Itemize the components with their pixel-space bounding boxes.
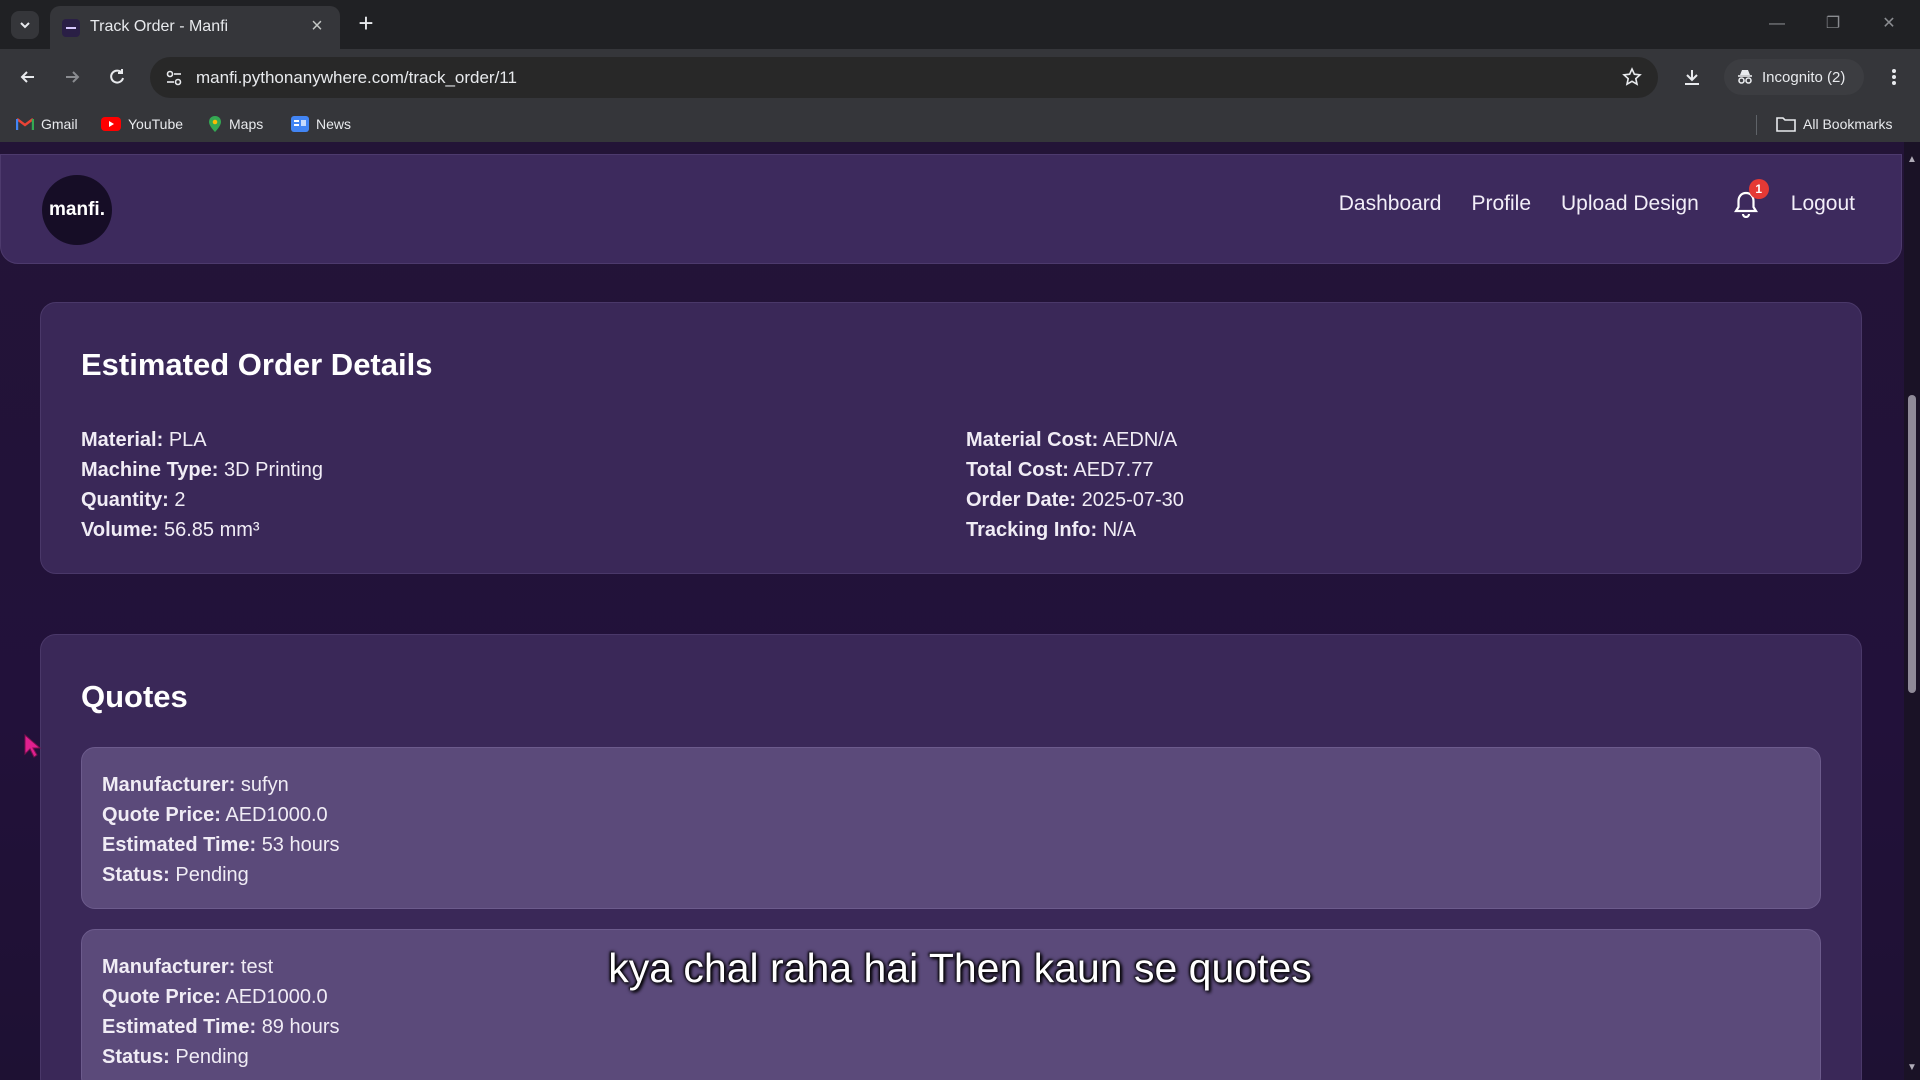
order-details-card: Estimated Order Details Material: PLA Ma… <box>40 302 1862 574</box>
page-viewport: manfi. Dashboard Profile Upload Design 1… <box>0 142 1904 1080</box>
detail-material-cost: Material Cost: AEDN/A <box>966 429 1178 451</box>
quote-status: Status: Pending <box>102 864 249 886</box>
mouse-cursor-icon <box>24 734 42 758</box>
nav-upload-design-link[interactable]: Upload Design <box>1561 192 1699 216</box>
reload-icon <box>110 69 124 84</box>
site-navbar: manfi. Dashboard Profile Upload Design 1… <box>0 154 1902 264</box>
notification-badge: 1 <box>1748 179 1769 199</box>
quotes-title: Quotes <box>81 679 188 714</box>
new-tab-button[interactable]: + <box>352 10 380 38</box>
nav-links: Dashboard Profile Upload Design 1 Logout <box>1309 179 1855 219</box>
detail-total-cost: Total Cost: AED7.77 <box>966 459 1154 481</box>
bookmark-gmail[interactable]: Gmail <box>16 113 78 135</box>
address-bar[interactable]: manfi.pythonanywhere.com/track_order/11 <box>150 57 1658 98</box>
incognito-indicator[interactable]: Incognito (2) <box>1724 59 1864 95</box>
quotes-card: Quotes Manufacturer: sufyn Quote Price: … <box>40 634 1862 1080</box>
quote-price: Quote Price: AED1000.0 <box>102 804 328 826</box>
tab-title: Track Order - Manfi <box>90 18 229 35</box>
arrow-right-icon <box>66 71 80 83</box>
detail-quantity: Quantity: 2 <box>81 489 186 511</box>
minimize-button[interactable]: — <box>1762 10 1792 38</box>
order-details-right: Material Cost: AEDN/A Total Cost: AED7.7… <box>966 425 1184 545</box>
incognito-label: Incognito (2) <box>1762 68 1846 86</box>
nav-profile-link[interactable]: Profile <box>1471 192 1531 216</box>
downloads-icon[interactable] <box>1678 63 1706 91</box>
tab-search-button[interactable] <box>11 11 39 39</box>
scroll-up-arrow-icon[interactable]: ▲ <box>1906 154 1918 166</box>
bookmark-maps[interactable]: Maps <box>208 113 263 135</box>
scroll-down-arrow-icon[interactable]: ▼ <box>1906 1062 1918 1074</box>
maps-pin-icon <box>209 116 221 132</box>
quote-item: Manufacturer: sufyn Quote Price: AED1000… <box>81 747 1821 909</box>
detail-volume: Volume: 56.85 mm³ <box>81 519 260 541</box>
detail-tracking-info: Tracking Info: N/A <box>966 519 1137 541</box>
order-details-title: Estimated Order Details <box>81 347 433 382</box>
quote-estimated-time: Estimated Time: 89 hours <box>102 1016 340 1038</box>
detail-material: Material: PLA <box>81 429 207 451</box>
order-details-left: Material: PLA Machine Type: 3D Printing … <box>81 425 323 545</box>
bookmarks-bar: Gmail YouTube Maps News All Bookmarks <box>0 106 1920 142</box>
restore-button[interactable]: ❐ <box>1818 10 1848 38</box>
video-subtitle: kya chal raha hai Then kaun se quotes <box>608 945 1312 991</box>
back-button[interactable] <box>14 63 42 91</box>
news-icon <box>291 116 309 132</box>
tab-strip: Track Order - Manfi × + — ❐ ✕ <box>0 0 1920 49</box>
quote-manufacturer: Manufacturer: sufyn <box>102 774 289 796</box>
url-text: manfi.pythonanywhere.com/track_order/11 <box>196 68 517 87</box>
forward-button[interactable] <box>58 63 86 91</box>
manfi-favicon-icon <box>62 19 80 37</box>
incognito-icon <box>1738 70 1752 84</box>
notifications-button[interactable]: 1 <box>1731 179 1769 219</box>
detail-order-date: Order Date: 2025-07-30 <box>966 489 1184 511</box>
chevron-down-icon <box>20 22 30 29</box>
site-logo[interactable]: manfi. <box>42 175 112 245</box>
active-tab[interactable]: Track Order - Manfi × <box>50 6 340 49</box>
close-window-button[interactable]: ✕ <box>1874 10 1904 38</box>
bookmarks-divider <box>1756 115 1757 135</box>
quote-status: Status: Pending <box>102 1046 249 1068</box>
scrollbar-thumb[interactable] <box>1908 395 1916 693</box>
youtube-icon <box>101 117 121 131</box>
all-bookmarks-button[interactable]: All Bookmarks <box>1776 113 1892 135</box>
browser-menu-icon[interactable] <box>1880 63 1908 91</box>
site-settings-icon[interactable] <box>162 66 186 90</box>
quote-estimated-time: Estimated Time: 53 hours <box>102 834 340 856</box>
bookmark-youtube[interactable]: YouTube <box>101 113 183 135</box>
reload-button[interactable] <box>103 63 131 91</box>
bookmark-star-icon[interactable] <box>1620 65 1644 89</box>
folder-icon <box>1776 117 1796 132</box>
nav-logout-link[interactable]: Logout <box>1791 192 1855 216</box>
bookmark-news[interactable]: News <box>291 113 351 135</box>
nav-dashboard-link[interactable]: Dashboard <box>1339 192 1442 216</box>
gmail-icon <box>16 118 34 130</box>
arrow-left-icon <box>20 71 34 83</box>
detail-machine-type: Machine Type: 3D Printing <box>81 459 323 481</box>
close-tab-icon[interactable]: × <box>306 15 328 37</box>
browser-toolbar: manfi.pythonanywhere.com/track_order/11 … <box>0 49 1920 106</box>
